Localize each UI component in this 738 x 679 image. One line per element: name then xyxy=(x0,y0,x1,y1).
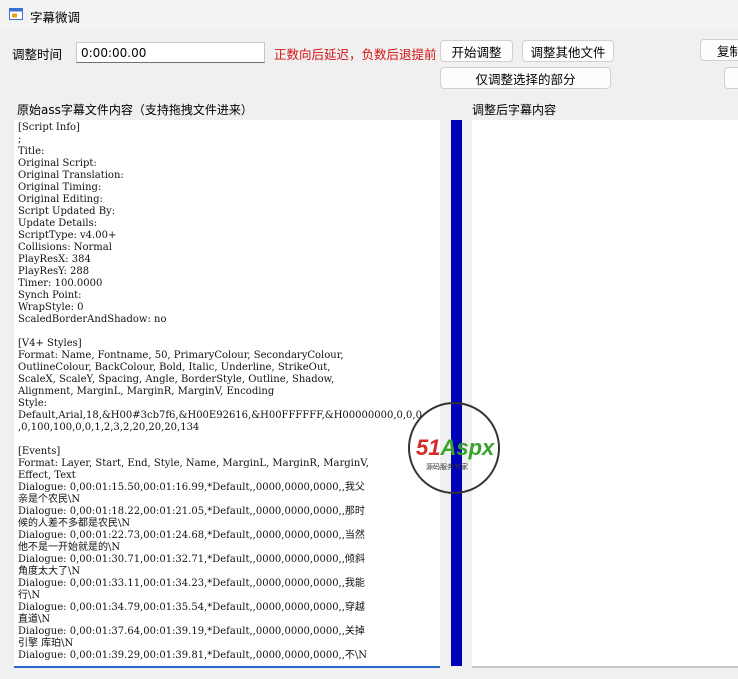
title-bar: 字幕微调 xyxy=(0,0,738,30)
source-scrollbar[interactable] xyxy=(439,120,440,666)
copy-button[interactable]: 复制 xyxy=(700,39,738,61)
source-subtitle-textbox[interactable]: [Script Info] ; Title: Original Script: … xyxy=(14,120,440,668)
window-title: 字幕微调 xyxy=(30,10,81,25)
adjust-other-files-button[interactable]: 调整其他文件 xyxy=(522,40,614,62)
source-subtitle-text: [Script Info] ; Title: Original Script: … xyxy=(18,122,422,661)
adjust-time-input[interactable] xyxy=(77,43,264,62)
watermark-tagline: 源码服务专家 xyxy=(426,463,468,471)
adjust-time-field[interactable] xyxy=(76,42,265,63)
result-content-label: 调整后字幕内容 xyxy=(472,103,557,117)
result-subtitle-textbox[interactable] xyxy=(472,120,738,668)
app-icon xyxy=(9,8,23,20)
offset-hint: 正数向后延迟，负数后退提前 xyxy=(274,47,437,62)
panel-splitter[interactable] xyxy=(451,120,462,666)
watermark-brand: 51Aspx xyxy=(416,435,495,460)
watermark-logo: 51Aspx 源码服务专家 xyxy=(408,402,504,494)
source-content-label: 原始ass字幕文件内容（支持拖拽文件进来） xyxy=(17,103,253,117)
start-adjust-button[interactable]: 开始调整 xyxy=(440,40,513,62)
adjust-time-label: 调整时间 xyxy=(12,47,63,62)
adjust-selected-only-button[interactable]: 仅调整选择的部分 xyxy=(440,67,611,89)
secondary-right-button[interactable] xyxy=(724,67,738,89)
